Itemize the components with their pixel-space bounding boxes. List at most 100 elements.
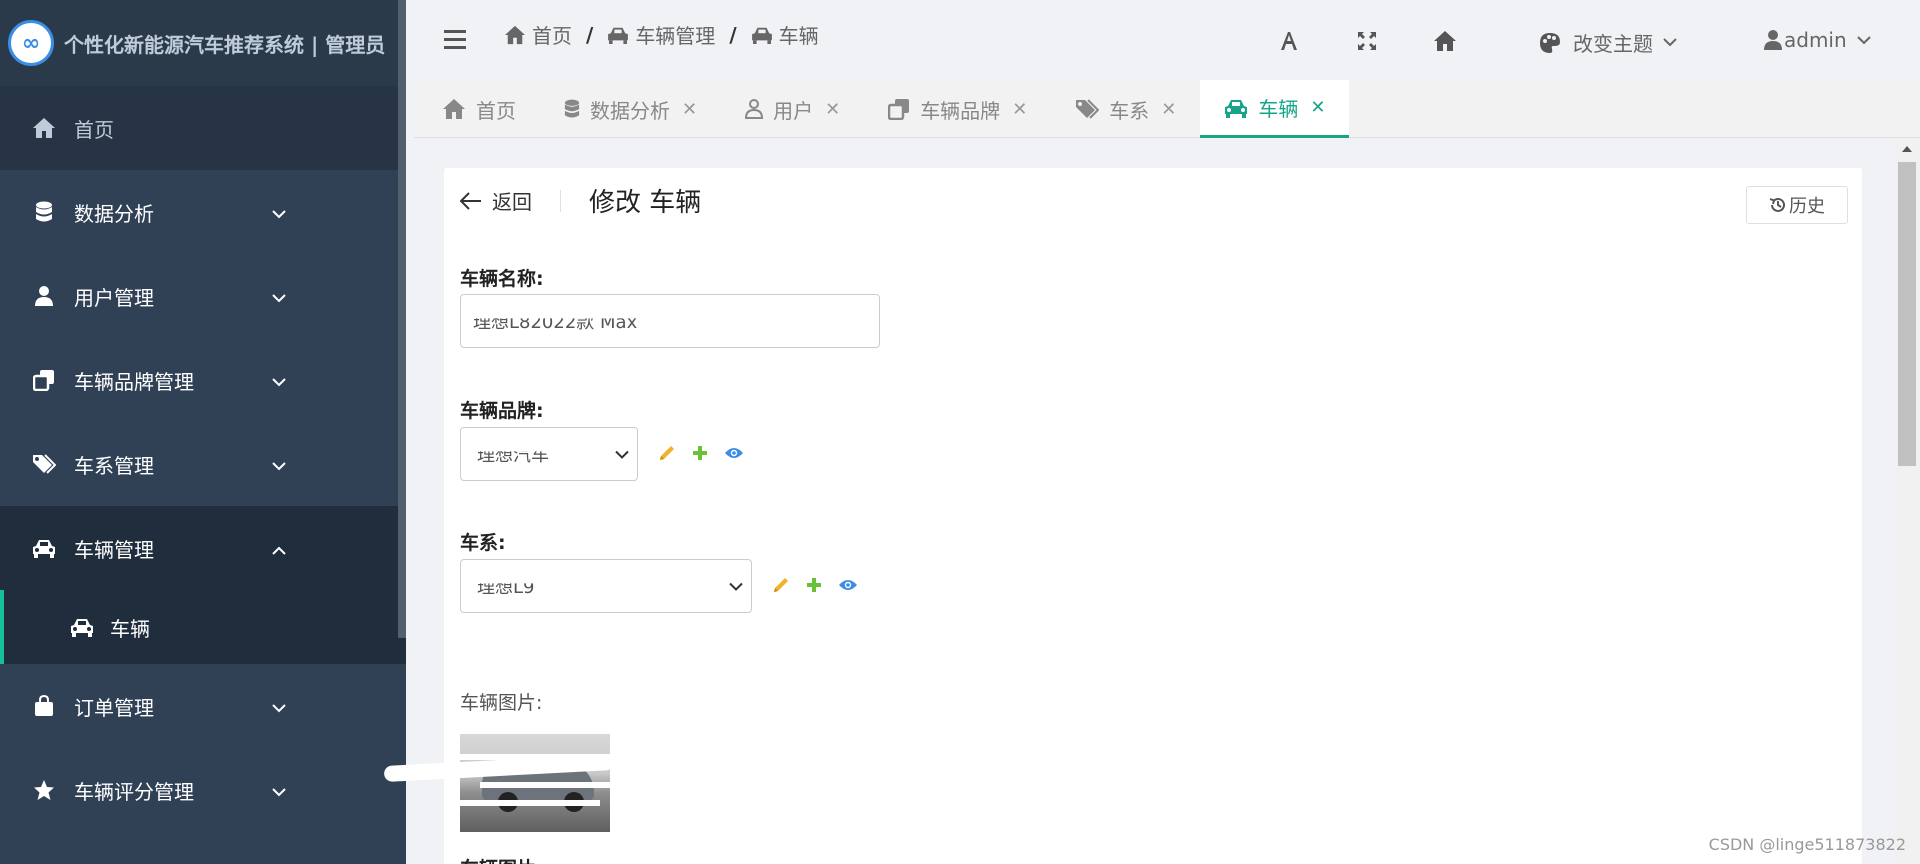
- logo-mark-icon: ∞: [8, 20, 54, 66]
- car-icon: [70, 615, 94, 639]
- copy-icon: [32, 368, 56, 392]
- chevron-up-icon: [272, 536, 286, 560]
- tab-bar: 首页 数据分析 ✕ 用户 ✕ 车辆品牌 ✕ 车系 ✕ 车辆 ✕: [414, 80, 1920, 138]
- chevron-down-icon: [272, 284, 286, 308]
- chevron-down-icon: [615, 444, 629, 465]
- sidebar-item-label: 首页: [74, 117, 114, 142]
- sidebar-item-label: 用户管理: [74, 285, 154, 310]
- vehicle-series-select[interactable]: 理想L9: [460, 559, 752, 613]
- sidebar-item-users[interactable]: 用户管理: [0, 254, 406, 338]
- page-scrollbar[interactable]: [1894, 138, 1920, 864]
- sidebar-item-vehicles[interactable]: 车辆管理: [0, 506, 406, 590]
- view-eye-icon[interactable]: [724, 446, 744, 460]
- chevron-down-icon: [272, 200, 286, 224]
- database-icon: [564, 99, 580, 118]
- car-icon: [1225, 99, 1248, 118]
- user-name: admin: [1784, 28, 1847, 52]
- add-plus-icon[interactable]: [692, 445, 708, 461]
- theme-switcher[interactable]: 改变主题: [1539, 28, 1677, 57]
- sidebar-item-label: 数据分析: [74, 201, 154, 226]
- star-icon: [32, 778, 56, 802]
- sidebar-item-orders[interactable]: 订单管理: [0, 664, 406, 748]
- page-title: 修改 车辆: [589, 188, 702, 218]
- sidebar-item-ratings[interactable]: 车辆评分管理: [0, 748, 406, 832]
- page-header: 返回 修改 车辆: [460, 182, 701, 219]
- palette-icon: [1540, 32, 1560, 53]
- vehicle-brand-select[interactable]: 理想汽车: [460, 427, 638, 481]
- chevron-down-icon: [1663, 38, 1677, 47]
- sidebar-item-series[interactable]: 车系管理: [0, 422, 406, 506]
- tab-brands[interactable]: 车辆品牌 ✕: [864, 80, 1051, 138]
- vehicle-name-label: 车辆名称:: [460, 268, 544, 290]
- tab-series[interactable]: 车系 ✕: [1051, 80, 1200, 138]
- sidebar-item-label: 车辆品牌管理: [74, 369, 194, 394]
- sidebar-item-label: 订单管理: [74, 695, 154, 720]
- chevron-down-icon: [272, 694, 286, 718]
- sidebar-subitem-label: 车辆: [110, 616, 150, 641]
- brand-actions: [658, 444, 760, 462]
- sidebar-item-home[interactable]: 首页: [0, 86, 406, 170]
- tags-icon: [1076, 99, 1100, 119]
- vehicle-image2-label: 车辆图片: [460, 854, 536, 864]
- copy-icon: [888, 99, 910, 120]
- user-menu[interactable]: admin: [1764, 28, 1871, 52]
- vehicle-image-thumbnail[interactable]: [460, 734, 610, 832]
- sidebar-subitem-vehicle[interactable]: 车辆: [0, 590, 406, 664]
- history-icon: [1769, 197, 1785, 212]
- chevron-down-icon: [1856, 35, 1871, 44]
- logo-text: 个性化新能源汽车推荐系统 | 管理员: [64, 32, 386, 57]
- divider: [560, 189, 561, 212]
- back-button[interactable]: 返回: [460, 186, 532, 215]
- database-icon: [32, 200, 56, 224]
- vehicle-name-input[interactable]: 理想L82022款 Max: [460, 294, 880, 348]
- chevron-down-icon: [272, 778, 286, 802]
- chevron-down-icon: [272, 368, 286, 392]
- bag-icon: [32, 694, 56, 718]
- sidebar-scrollbar[interactable]: [398, 0, 406, 638]
- tab-home[interactable]: 首页: [414, 80, 540, 138]
- logo[interactable]: ∞ 个性化新能源汽车推荐系统 | 管理员: [0, 0, 406, 86]
- view-eye-icon[interactable]: [838, 578, 858, 592]
- scroll-thumb[interactable]: [1898, 162, 1916, 466]
- add-plus-icon[interactable]: [806, 577, 822, 593]
- tab-users[interactable]: 用户 ✕: [721, 80, 864, 138]
- watermark: CSDN @linge511873822: [1708, 835, 1906, 854]
- main-content: 返回 修改 车辆 历史 车辆名称: 理想L82022款 Max 车辆品牌: 理想…: [414, 138, 1920, 864]
- series-actions: [772, 576, 874, 594]
- sidebar-item-brands[interactable]: 车辆品牌管理: [0, 338, 406, 422]
- sidebar-item-label: 车系管理: [74, 453, 154, 478]
- vehicle-brand-label: 车辆品牌:: [460, 400, 544, 422]
- vehicle-series-label: 车系:: [460, 532, 506, 554]
- user-icon: [745, 99, 764, 119]
- theme-label: 改变主题: [1573, 32, 1653, 56]
- sidebar-item-data-analysis[interactable]: 数据分析: [0, 170, 406, 254]
- history-button[interactable]: 历史: [1746, 186, 1848, 224]
- tab-data-analysis[interactable]: 数据分析 ✕: [540, 80, 721, 138]
- fullscreen-icon[interactable]: [1354, 28, 1380, 54]
- home-icon[interactable]: [1432, 28, 1458, 54]
- vehicle-image-label: 车辆图片:: [460, 692, 543, 714]
- sidebar-item-label: 车辆管理: [74, 537, 154, 562]
- edit-pencil-icon[interactable]: [658, 444, 676, 462]
- font-size-icon[interactable]: [1276, 28, 1302, 54]
- close-icon[interactable]: ✕: [1161, 99, 1176, 120]
- scroll-up-icon[interactable]: [1902, 146, 1912, 152]
- user-icon: [1764, 30, 1782, 50]
- close-icon[interactable]: ✕: [682, 99, 697, 120]
- edit-pencil-icon[interactable]: [772, 576, 790, 594]
- user-icon: [32, 284, 56, 308]
- home-icon: [32, 116, 56, 140]
- car-icon: [32, 536, 56, 560]
- sidebar-item-label: 车辆评分管理: [74, 779, 194, 804]
- sidebar: ∞ 个性化新能源汽车推荐系统 | 管理员 首页 数据分析 用户管理 车辆品牌管理: [0, 0, 406, 864]
- arrow-left-icon: [460, 191, 481, 210]
- chevron-down-icon: [272, 452, 286, 476]
- header-toolbar: 改变主题 admin: [414, 28, 1920, 58]
- close-icon[interactable]: ✕: [1310, 97, 1325, 118]
- close-icon[interactable]: ✕: [1012, 99, 1027, 120]
- tab-vehicle[interactable]: 车辆 ✕: [1200, 80, 1350, 138]
- edit-card: 返回 修改 车辆 历史 车辆名称: 理想L82022款 Max 车辆品牌: 理想…: [444, 168, 1862, 864]
- close-icon[interactable]: ✕: [825, 99, 840, 120]
- home-icon: [443, 99, 465, 119]
- tags-icon: [32, 452, 56, 476]
